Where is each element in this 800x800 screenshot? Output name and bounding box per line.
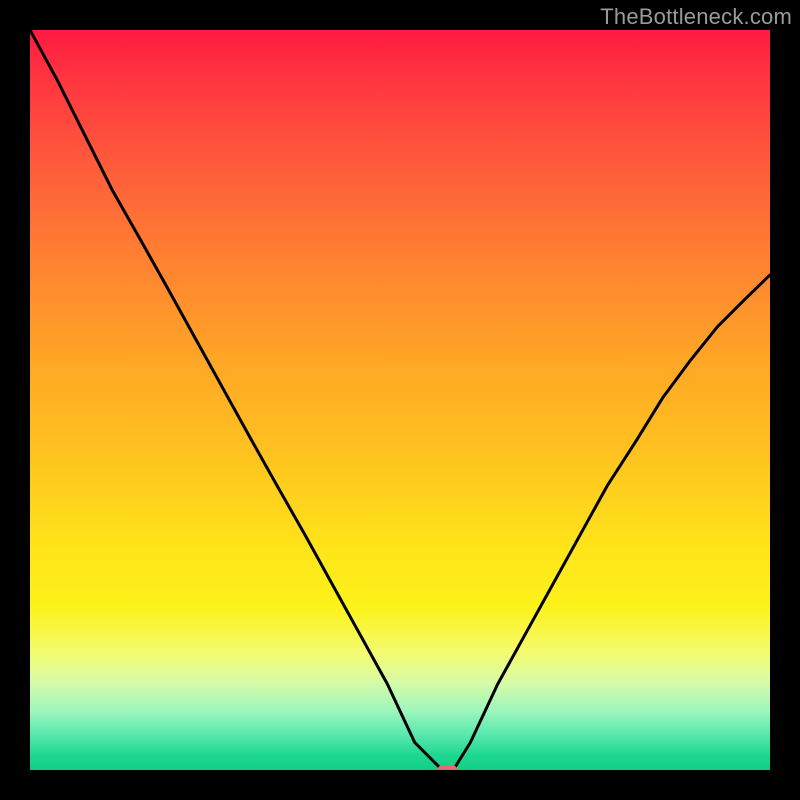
chart-frame: TheBottleneck.com [0, 0, 800, 800]
chart-svg [30, 30, 770, 770]
watermark-text: TheBottleneck.com [600, 4, 792, 30]
plot-area [30, 30, 770, 770]
min-marker [437, 765, 457, 770]
curve-line [30, 30, 770, 770]
